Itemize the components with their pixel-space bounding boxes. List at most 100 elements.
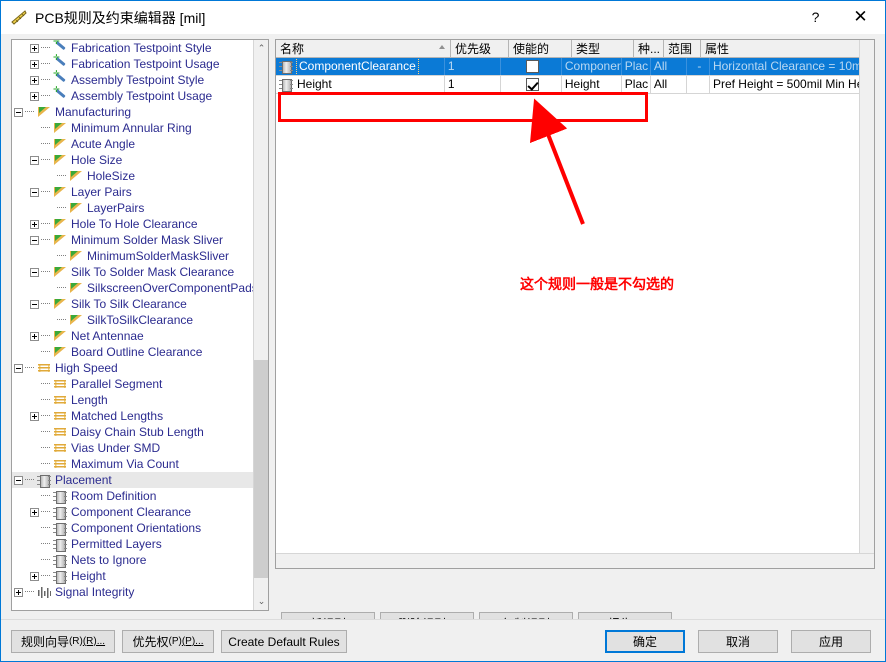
tree-item[interactable]: Permitted Layers	[12, 536, 253, 552]
create-default-rules-button[interactable]: Create Default Rules	[221, 630, 347, 653]
rule-name-cell[interactable]: Height	[276, 76, 445, 93]
tree-item[interactable]: SilkToSilkClearance	[12, 312, 253, 328]
rule-priority-cell[interactable]: 1	[445, 58, 501, 75]
tree-item[interactable]: Component Clearance	[12, 504, 253, 520]
expand-icon[interactable]	[30, 43, 39, 53]
collapse-icon[interactable]	[30, 235, 39, 245]
expand-icon[interactable]	[30, 75, 39, 85]
rule-enabled-cell[interactable]	[501, 76, 562, 93]
enabled-checkbox[interactable]	[525, 78, 539, 91]
grid-row[interactable]: ComponentClearance1ComponentClearancePla…	[276, 58, 874, 76]
tree-connector	[57, 168, 69, 184]
tree-connector	[41, 424, 53, 440]
tree-item[interactable]: Fabrication Testpoint Usage	[12, 54, 253, 72]
priority-mnemonic: (P)	[168, 636, 182, 647]
tree-item[interactable]: Minimum Annular Ring	[12, 120, 253, 136]
tree-item-label: Permitted Layers	[71, 537, 162, 551]
tree-item[interactable]: Room Definition	[12, 488, 253, 504]
enabled-checkbox[interactable]	[525, 60, 539, 73]
grid-column-header[interactable]: 种...	[634, 40, 664, 58]
collapse-icon[interactable]	[30, 299, 39, 309]
grid-column-header[interactable]: 优先级	[451, 40, 509, 58]
tree-item[interactable]: Height	[12, 568, 253, 584]
grid-column-header[interactable]: 范围	[664, 40, 701, 58]
grid-column-header[interactable]: 类型	[572, 40, 634, 58]
cancel-button[interactable]: 取消	[698, 630, 778, 653]
tree-item[interactable]: High Speed	[12, 360, 253, 376]
tree-item[interactable]: Placement	[12, 472, 253, 488]
rule-enabled-cell[interactable]	[501, 58, 562, 75]
close-button[interactable]: ✕	[838, 1, 883, 32]
tree-item[interactable]: Nets to Ignore	[12, 552, 253, 568]
grid-column-header[interactable]: 名称	[276, 40, 451, 58]
grid-column-header[interactable]: 属性	[701, 40, 871, 58]
tree-item[interactable]: Daisy Chain Stub Length	[12, 424, 253, 440]
tree-item[interactable]: Hole To Hole Clearance	[12, 216, 253, 232]
tree-item[interactable]: Signal Integrity	[12, 584, 253, 600]
expand-icon[interactable]	[30, 331, 39, 341]
tree-item[interactable]: Acute Angle	[12, 136, 253, 152]
tree-connector	[41, 216, 53, 232]
grid-horizontal-scrollbar[interactable]	[276, 553, 874, 568]
rule-name-cell[interactable]: ComponentClearance	[276, 58, 445, 75]
rule-priority-cell[interactable]: 1	[445, 76, 501, 93]
tree-item[interactable]: SilkscreenOverComponentPads	[12, 280, 253, 296]
tree-item[interactable]: Assembly Testpoint Style	[12, 70, 253, 88]
tree-item[interactable]: MinimumSolderMaskSliver	[12, 248, 253, 264]
scroll-up-icon[interactable]: ⌃	[254, 40, 268, 57]
expand-icon[interactable]	[30, 59, 39, 69]
help-button[interactable]: ?	[793, 1, 838, 32]
chip-icon	[53, 522, 68, 536]
tree-item[interactable]: Assembly Testpoint Usage	[12, 86, 253, 104]
scroll-down-icon[interactable]: ⌄	[254, 593, 268, 610]
collapse-icon[interactable]	[14, 475, 23, 485]
tree-item[interactable]: Length	[12, 392, 253, 408]
expand-icon[interactable]	[30, 219, 39, 229]
flag-icon	[37, 106, 52, 119]
tree-item[interactable]: Matched Lengths	[12, 408, 253, 424]
expand-icon[interactable]	[30, 91, 39, 101]
tree-vertical-scrollbar[interactable]: ⌃ ⌄	[253, 40, 268, 610]
grid-header-row[interactable]: 名称 优先级 使能的 类型 种... 范围 属性	[276, 40, 874, 58]
collapse-icon[interactable]	[30, 155, 39, 165]
tree-item[interactable]: Silk To Solder Mask Clearance	[12, 264, 253, 280]
rule-wizard-button[interactable]: 规则向导 (R) (R)...	[11, 630, 115, 653]
tree-item[interactable]: Vias Under SMD	[12, 440, 253, 456]
rule-kind-cell: Plac	[622, 58, 651, 75]
collapse-icon[interactable]	[14, 363, 23, 373]
priority-button[interactable]: 优先权 (P) (P)...	[122, 630, 214, 653]
expand-icon[interactable]	[30, 411, 39, 421]
apply-button[interactable]: 应用	[791, 630, 871, 653]
tree-item[interactable]: Board Outline Clearance	[12, 344, 253, 360]
collapse-icon[interactable]	[30, 187, 39, 197]
grid-rows[interactable]: ComponentClearance1ComponentClearancePla…	[276, 58, 874, 94]
tree-item[interactable]: Fabrication Testpoint Style	[12, 40, 253, 56]
expand-icon[interactable]	[14, 587, 23, 597]
collapse-icon[interactable]	[14, 107, 23, 117]
tree-item[interactable]: Silk To Silk Clearance	[12, 296, 253, 312]
tree-item[interactable]: Layer Pairs	[12, 184, 253, 200]
tree-item[interactable]: Parallel Segment	[12, 376, 253, 392]
collapse-icon[interactable]	[30, 267, 39, 277]
scrollbar-thumb[interactable]	[254, 360, 268, 578]
tree-item[interactable]: Component Orientations	[12, 520, 253, 536]
tree-item[interactable]: LayerPairs	[12, 200, 253, 216]
grid-column-header[interactable]: 使能的	[509, 40, 572, 58]
tree-item-label: Silk To Solder Mask Clearance	[71, 265, 235, 279]
expand-icon[interactable]	[30, 507, 39, 517]
grid-vertical-scrollbar[interactable]	[859, 40, 874, 553]
grid-row[interactable]: Height 1 Height Plac All Pref Height = 500mil…	[276, 76, 874, 94]
tree-item[interactable]: Minimum Solder Mask Sliver	[12, 232, 253, 248]
ok-button[interactable]: 确定	[605, 630, 685, 653]
rule-tree[interactable]: Fabrication Testpoint Style Fabrication T…	[12, 40, 253, 610]
flag-icon	[53, 266, 68, 279]
tree-item[interactable]: HoleSize	[12, 168, 253, 184]
tree-item[interactable]: Net Antennae	[12, 328, 253, 344]
tree-item[interactable]: Manufacturing	[12, 104, 253, 120]
tree-item[interactable]: Maximum Via Count	[12, 456, 253, 472]
tree-item[interactable]: Hole Size	[12, 152, 253, 168]
expand-icon[interactable]	[30, 571, 39, 581]
